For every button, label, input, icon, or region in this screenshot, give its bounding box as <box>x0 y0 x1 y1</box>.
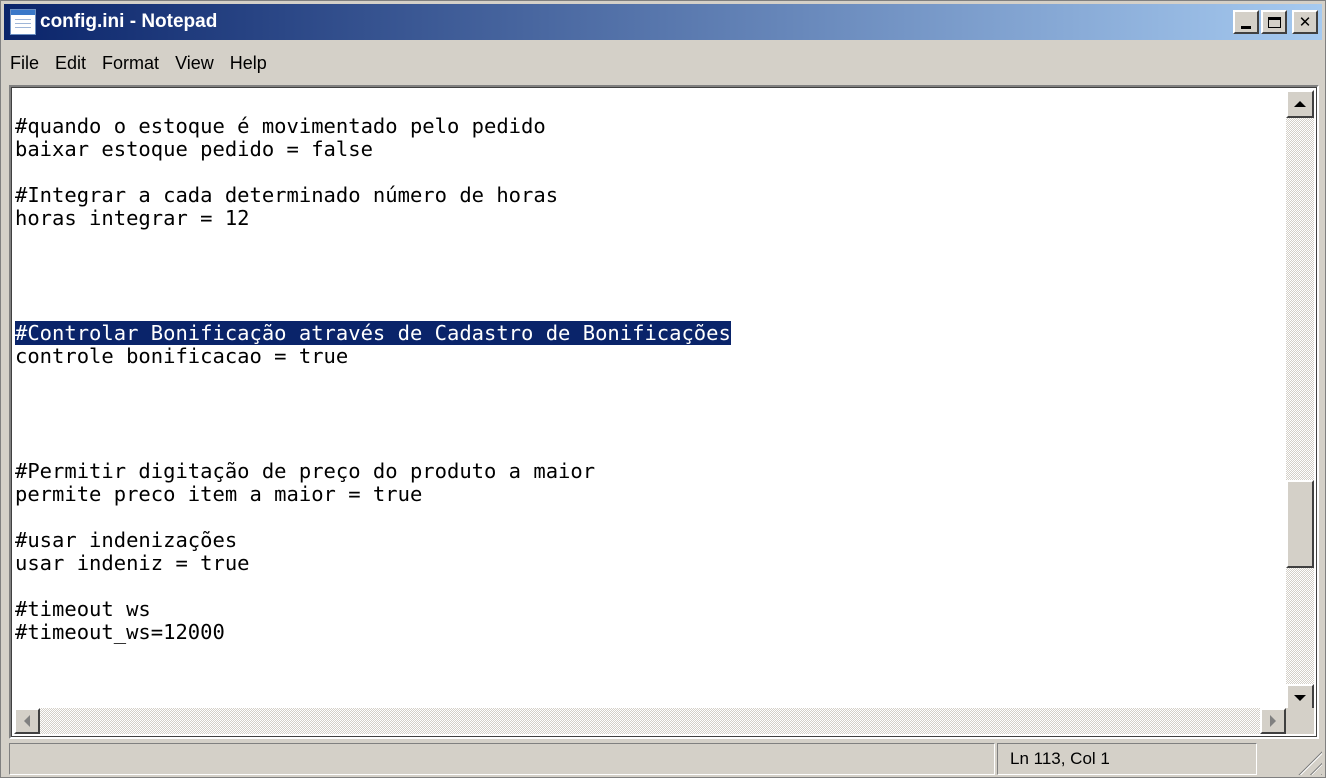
line-text: #quando o estoque é movimentado pelo ped… <box>15 115 546 138</box>
text-line: #Integrar a cada determinado número de h… <box>15 184 1285 207</box>
title-bar[interactable]: config.ini - Notepad ✕ <box>4 4 1322 40</box>
text-line: horas integrar = 12 <box>15 207 1285 230</box>
menu-format[interactable]: Format <box>94 53 167 74</box>
text-line: #Permitir digitação de preço do produto … <box>15 460 1285 483</box>
close-button[interactable]: ✕ <box>1292 10 1318 34</box>
line-text: usar indeniz = true <box>15 551 250 575</box>
close-icon: ✕ <box>1298 12 1312 31</box>
line-text: #timeout ws <box>15 597 151 621</box>
text-line <box>15 368 1285 391</box>
status-main-pane <box>9 743 995 775</box>
text-line <box>15 575 1285 598</box>
editor-frame: #quando o estoque é movimentado pelo ped… <box>9 85 1319 739</box>
scroll-up-button[interactable] <box>1286 90 1314 118</box>
text-line: #timeout_ws=12000 <box>15 621 1285 644</box>
scroll-left-button[interactable] <box>14 708 40 734</box>
text-line: #usar indenizações <box>15 529 1285 552</box>
resize-grip-icon[interactable] <box>1296 749 1322 775</box>
arrow-right-icon <box>1270 715 1276 727</box>
scrollbar-corner <box>1286 708 1314 734</box>
minimize-button[interactable] <box>1233 10 1259 34</box>
line-text: #usar indenizações <box>15 528 238 552</box>
window-controls: ✕ <box>1233 10 1318 34</box>
line-text: controle bonificacao = true <box>15 344 349 368</box>
text-line <box>15 391 1285 414</box>
text-line: #Controlar Bonificação através de Cadast… <box>15 321 1285 345</box>
text-line <box>15 437 1285 460</box>
arrow-down-icon <box>1294 695 1306 701</box>
notepad-icon[interactable] <box>10 9 36 35</box>
minimize-icon <box>1241 25 1251 29</box>
text-line <box>15 506 1285 529</box>
text-line: permite preco item a maior = true <box>15 483 1285 506</box>
text-line <box>15 161 1285 184</box>
scroll-right-button[interactable] <box>1260 708 1286 734</box>
vertical-scroll-thumb[interactable] <box>1286 480 1314 568</box>
text-line: controle bonificacao = true <box>15 345 1285 368</box>
line-text: permite preco item a maior = true <box>15 482 423 506</box>
cursor-position: Ln 113, Col 1 <box>997 743 1257 775</box>
arrow-left-icon <box>24 715 30 727</box>
text-line: baixar estoque pedido = false <box>15 138 1285 161</box>
line-text: horas integrar = 12 <box>15 206 250 230</box>
horizontal-scrollbar[interactable] <box>14 708 1286 734</box>
text-editor[interactable]: #quando o estoque é movimentado pelo ped… <box>15 115 1285 713</box>
line-text: baixar estoque pedido = false <box>15 137 373 161</box>
line-text: #timeout_ws=12000 <box>15 620 225 644</box>
text-line: #quando o estoque é movimentado pelo ped… <box>15 115 1285 138</box>
menu-help[interactable]: Help <box>222 53 275 74</box>
arrow-up-icon <box>1294 101 1306 107</box>
menu-edit[interactable]: Edit <box>47 53 94 74</box>
text-line <box>15 230 1285 253</box>
text-line <box>15 299 1285 322</box>
menu-bar: File Edit Format View Help <box>4 45 1322 81</box>
text-line <box>15 253 1285 276</box>
notepad-window: config.ini - Notepad ✕ File Edit Format … <box>0 0 1326 778</box>
selected-text: #Controlar Bonificação através de Cadast… <box>15 321 731 345</box>
window-title: config.ini - Notepad <box>40 11 218 32</box>
text-line <box>15 414 1285 437</box>
menu-file[interactable]: File <box>4 53 47 74</box>
menu-view[interactable]: View <box>167 53 222 74</box>
line-text: #Integrar a cada determinado número de h… <box>15 183 559 207</box>
status-bar: Ln 113, Col 1 <box>4 743 1322 775</box>
text-line: usar indeniz = true <box>15 552 1285 575</box>
text-line <box>15 276 1285 299</box>
text-line: #timeout ws <box>15 598 1285 621</box>
maximize-button[interactable] <box>1261 10 1287 34</box>
vertical-scrollbar[interactable] <box>1286 90 1314 712</box>
line-text: #Permitir digitação de preço do produto … <box>15 459 596 483</box>
maximize-icon <box>1267 16 1281 28</box>
